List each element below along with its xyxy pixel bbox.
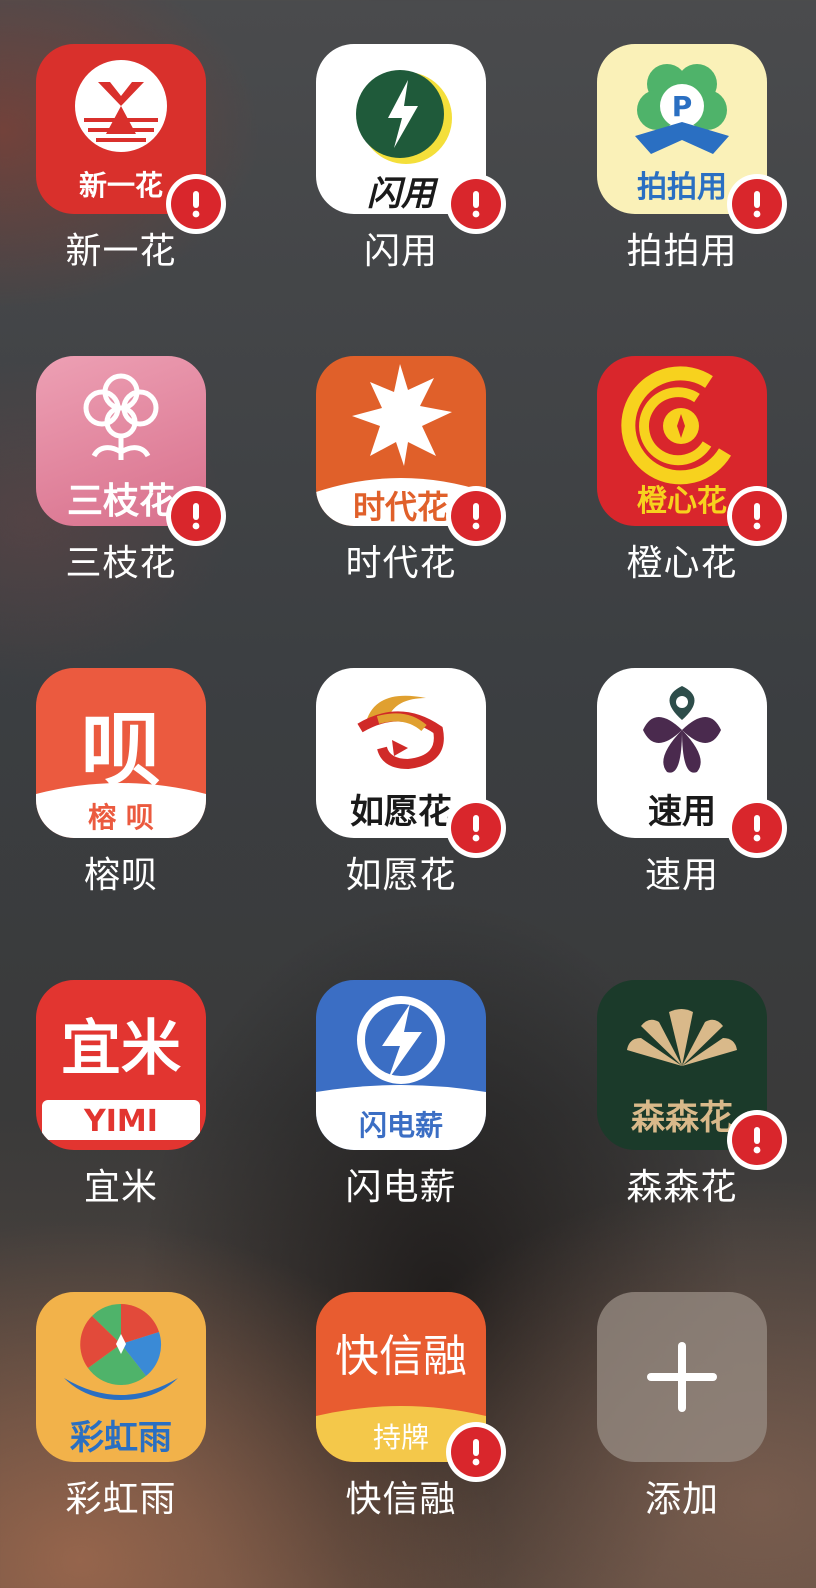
tile-text: YIMI: [84, 1104, 158, 1139]
warning-badge-icon: [446, 798, 506, 858]
warning-badge-icon: [446, 486, 506, 546]
tile-big-text: 呗: [81, 704, 161, 797]
rongbei-app-icon[interactable]: 呗 榕 呗: [36, 668, 206, 838]
warning-badge-icon: [446, 174, 506, 234]
app-label: 宜米: [83, 1167, 158, 1208]
app-ruyuanhua[interactable]: 如愿花 如愿花: [316, 668, 556, 928]
app-label: 榕呗: [83, 855, 158, 896]
app-label: 速用: [644, 855, 719, 896]
warning-badge-icon: [727, 486, 787, 546]
yimi-app-icon[interactable]: 宜米 YIMI: [36, 980, 206, 1150]
lightning-bolt-app-icon[interactable]: 闪电薪: [316, 980, 486, 1150]
app-chengxinhua[interactable]: 橙心花 橙心花: [597, 356, 816, 616]
app-label: 拍拍用: [626, 231, 738, 272]
app-label: 闪电薪: [345, 1167, 457, 1208]
tile-text: 彩虹雨: [70, 1418, 172, 1458]
add-tile[interactable]: [597, 1292, 767, 1462]
app-label: 三枝花: [65, 543, 177, 584]
add-app-button[interactable]: 添加: [597, 1292, 816, 1552]
warning-badge-icon: [166, 486, 226, 546]
app-label: 如愿花: [345, 855, 457, 896]
tile-big-text: 宜米: [61, 1014, 181, 1084]
app-sensenhua[interactable]: 森森花 森森花: [597, 980, 816, 1240]
app-label: 彩虹雨: [65, 1479, 177, 1520]
app-grid: 新一花 新一花 闪用 闪用 P 拍拍用 拍拍用 三枝花 三枝花 时代花 时代花 …: [0, 0, 816, 1588]
app-suyong[interactable]: 速用 速用: [597, 668, 816, 928]
app-shandianxin[interactable]: 闪电薪 闪电薪: [316, 980, 556, 1240]
warning-badge-icon: [446, 1422, 506, 1482]
app-shidaihua[interactable]: 时代花 时代花: [316, 356, 556, 616]
warning-badge-icon: [727, 174, 787, 234]
app-label: 快信融: [345, 1479, 457, 1520]
tile-text: 榕 呗: [88, 801, 154, 834]
app-rongbei[interactable]: 呗 榕 呗 榕呗: [36, 668, 276, 928]
app-yimi[interactable]: 宜米 YIMI 宜米: [36, 980, 276, 1240]
app-label: 森森花: [626, 1167, 738, 1208]
app-xinyihua[interactable]: 新一花 新一花: [36, 44, 276, 304]
rainbow-app-icon[interactable]: 彩虹雨: [36, 1292, 206, 1462]
tile-big-text: 快信融: [335, 1331, 467, 1382]
app-label: 橙心花: [626, 543, 738, 584]
app-sanzhihua[interactable]: 三枝花 三枝花: [36, 356, 276, 616]
app-label: 添加: [644, 1479, 719, 1520]
app-label: 新一花: [65, 231, 177, 272]
tile-text: 闪电薪: [358, 1109, 443, 1142]
app-shanyong[interactable]: 闪用 闪用: [316, 44, 556, 304]
app-label: 时代花: [345, 543, 457, 584]
warning-badge-icon: [727, 798, 787, 858]
app-label: 闪用: [363, 231, 438, 272]
svg-text:P: P: [672, 90, 693, 123]
app-kuaixinrong[interactable]: 快信融 持牌 快信融: [316, 1292, 556, 1552]
app-paipaiyong[interactable]: P 拍拍用 拍拍用: [597, 44, 816, 304]
plus-icon: [647, 1342, 717, 1412]
warning-badge-icon: [166, 174, 226, 234]
warning-badge-icon: [727, 1110, 787, 1170]
app-caihongyu[interactable]: 彩虹雨 彩虹雨: [36, 1292, 276, 1552]
